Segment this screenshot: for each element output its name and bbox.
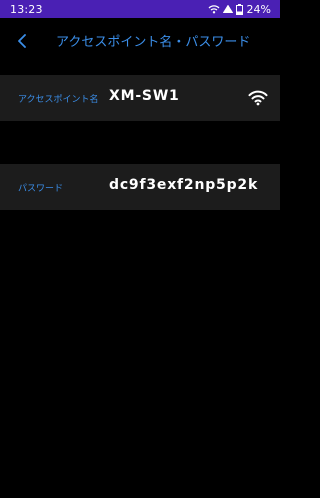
status-icons: 24% [208,3,271,16]
back-button[interactable] [10,30,34,54]
access-point-value: XM-SW1 [109,88,180,104]
password-label: パスワード [18,184,64,194]
chevron-left-icon [17,33,27,52]
access-point-row[interactable]: アクセスポイント名 XM-SW1 [0,75,280,121]
battery-icon [235,3,243,15]
wifi-calling-icon [208,4,220,14]
wifi-icon [248,90,268,110]
app-bar: アクセスポイント名・パスワード [0,18,280,64]
wifi-signal-icon [222,4,233,14]
access-point-label: アクセスポイント名 [18,95,99,105]
status-time: 13:23 [10,2,43,16]
password-row[interactable]: パスワード dc9f3exf2np5p2k [0,164,280,210]
page-title: アクセスポイント名・パスワード [56,35,251,50]
status-bar: 13:23 24% [0,0,280,18]
password-value: dc9f3exf2np5p2k [109,177,259,193]
battery-percentage: 24% [246,2,271,16]
